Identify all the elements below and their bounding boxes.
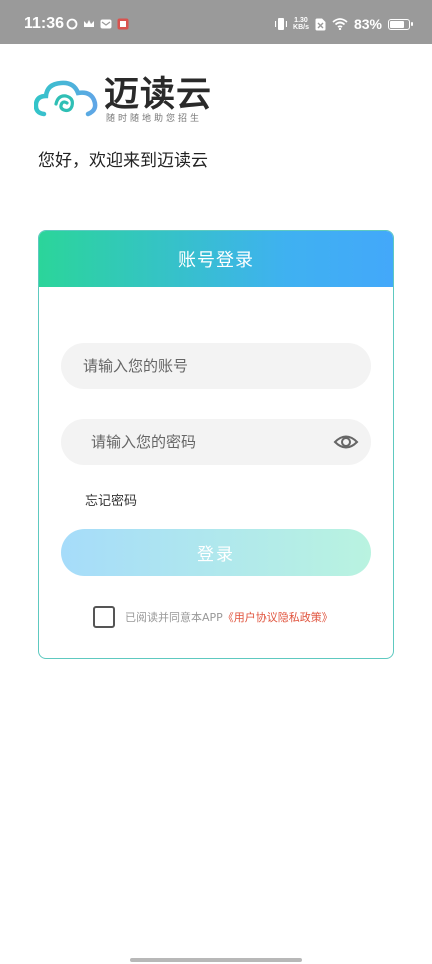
welcome-text: 您好，欢迎来到迈读云 bbox=[38, 151, 208, 171]
battery-fill bbox=[390, 20, 404, 28]
agreement-text: 已阅读并同意本APP bbox=[125, 611, 223, 624]
crown-icon bbox=[84, 20, 94, 27]
login-card: 账号登录 忘记密码 登录 已阅读并同意本APP 《用户协议隐私政策》 bbox=[38, 230, 394, 659]
no-sim-icon bbox=[315, 18, 326, 30]
login-card-title: 账号登录 bbox=[178, 250, 254, 271]
notification-icons bbox=[66, 18, 129, 30]
agreement-row: 已阅读并同意本APP 《用户协议隐私政策》 bbox=[93, 606, 333, 628]
mail-icon bbox=[100, 19, 112, 29]
account-input[interactable] bbox=[83, 357, 371, 375]
status-bar: 11:36 1.30 KB/s 83% bbox=[0, 0, 432, 44]
app-name: 迈读云 bbox=[104, 75, 213, 115]
home-indicator[interactable] bbox=[130, 958, 302, 962]
battery-icon bbox=[388, 18, 413, 30]
net-speed-value: 1.30 bbox=[294, 17, 308, 24]
battery-percent: 83% bbox=[353, 16, 382, 32]
password-input[interactable] bbox=[91, 433, 321, 451]
login-card-header: 账号登录 bbox=[39, 231, 393, 287]
vibrate-icon bbox=[275, 18, 288, 30]
cloud-logo-icon bbox=[34, 80, 98, 117]
forgot-password-link[interactable]: 忘记密码 bbox=[85, 490, 137, 509]
agreement-checkbox[interactable] bbox=[93, 606, 115, 628]
password-field[interactable] bbox=[61, 419, 371, 465]
show-password-eye-icon[interactable] bbox=[333, 432, 359, 452]
login-button[interactable]: 登录 bbox=[61, 529, 371, 576]
system-icons: 1.30 KB/s 83% bbox=[275, 16, 413, 32]
privacy-policy-link[interactable]: 《用户协议隐私政策》 bbox=[223, 609, 333, 625]
sync-icon bbox=[66, 18, 78, 30]
clock-time: 11:36 bbox=[24, 15, 65, 32]
wifi-icon bbox=[332, 18, 348, 30]
network-speed: 1.30 KB/s bbox=[293, 17, 309, 31]
account-field[interactable] bbox=[61, 343, 371, 389]
app-badge-icon bbox=[117, 18, 129, 30]
net-speed-unit: KB/s bbox=[293, 24, 309, 31]
app-slogan: 随时随地助您招生 bbox=[106, 114, 203, 124]
